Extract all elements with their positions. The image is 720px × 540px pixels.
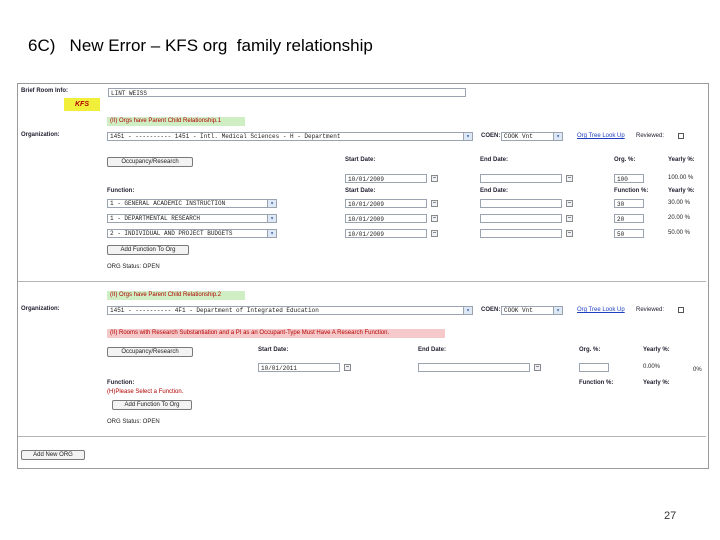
section1-org-tree-lookup-link[interactable]: Org Tree Look Up [577,133,625,139]
chevron-down-icon: ▾ [553,133,562,140]
function-end-date-field[interactable] [480,199,562,208]
section1-organization-select[interactable]: 1451 - ---------- 1451 - Intl. Medical S… [107,132,473,141]
kfs-badge: KFS [64,98,100,111]
section1-org-status: ORG Status: OPEN [107,264,160,270]
section2-yearly-pct-value: 0.00% [643,364,661,370]
calendar-icon[interactable] [566,230,573,237]
function-select[interactable]: 1 - DEPARTMENTAL RESEARCH ▾ [107,214,277,223]
section1-organization-label: Organization: [21,132,60,138]
section2-function-label: Function: [107,380,135,386]
section1-function-end-label: End Date: [480,188,509,194]
chevron-down-icon: ▾ [267,230,276,237]
section2-function-error: (H)Please Select a Function. [107,389,184,395]
section2-function-yearly-label: Yearly %: [643,380,670,386]
calendar-icon[interactable] [431,175,438,182]
function-select[interactable]: 1 - GENERAL ACADEMIC INSTRUCTION ▾ [107,199,277,208]
add-new-org-button[interactable]: Add New ORG [21,450,85,460]
section1-occupancy-button[interactable]: Occupancy/Research [107,157,193,167]
section1-org-pct-label: Org. %: [614,157,636,163]
calendar-icon[interactable] [534,364,541,371]
section1-org-pct-field[interactable]: 100 [614,174,644,183]
section1-coen-select[interactable]: COOK Vnt ▾ [501,132,563,141]
section2-start-date-field[interactable]: 10/01/2011 [258,363,340,372]
section2-end-date-label: End Date: [418,347,447,353]
section2-org-tree-lookup-link[interactable]: Org Tree Look Up [577,307,625,313]
calendar-icon[interactable] [344,364,351,371]
function-end-date-field[interactable] [480,229,562,238]
section2-org-pct-field[interactable] [579,363,609,372]
chevron-down-icon: ▾ [463,307,472,314]
section1-function-label: Function: [107,188,135,194]
calendar-icon[interactable] [566,175,573,182]
section2-message: (II) Orgs have Parent Child Relationship… [107,291,245,300]
section-divider [18,436,706,437]
function-pct-field[interactable]: 30 [614,199,644,208]
section2-organization-select[interactable]: 1451 - ---------- 4F1 - Department of In… [107,306,473,315]
brief-room-info-field[interactable]: LINT WEISS [108,88,466,97]
chevron-down-icon: ▾ [553,307,562,314]
section2-function-pct-label: Function %: [579,380,614,386]
calendar-icon[interactable] [566,200,573,207]
section1-yearly-pct-value: 100.00 % [668,175,694,181]
chevron-down-icon: ▾ [267,215,276,222]
calendar-icon[interactable] [566,215,573,222]
section2-error-message: (II) Rooms with Research Substantiation … [107,329,445,338]
function-start-date-field[interactable]: 10/01/2009 [345,214,427,223]
section2-org-status: ORG Status: OPEN [107,419,160,425]
section2-coen-select[interactable]: COOK Vnt ▾ [501,306,563,315]
section1-yearly-pct-label: Yearly %: [668,157,695,163]
slide-title: 6C) New Error – KFS org family relations… [28,36,373,55]
section2-reviewed-label: Reviewed: [636,307,665,313]
section1-function-pct-label: Function %: [614,188,649,194]
section2-organization-label: Organization: [21,306,60,312]
calendar-icon[interactable] [431,200,438,207]
section1-function-yearly-label: Yearly %: [668,188,695,194]
section2-end-date-field[interactable] [418,363,530,372]
function-pct-field[interactable]: 20 [614,214,644,223]
function-yearly-pct: 20.00 % [668,215,691,221]
function-select[interactable]: 2 - INDIVIDUAL AND PROJECT BUDGETS ▾ [107,229,277,238]
section1-end-date-label: End Date: [480,157,509,163]
function-start-date-field[interactable]: 10/01/2009 [345,199,427,208]
section2-add-function-button[interactable]: Add Function To Org [112,400,192,410]
function-yearly-pct: 30.00 % [668,200,691,206]
section1-reviewed-checkbox[interactable] [678,133,684,139]
section2-yearly-pct-label: Yearly %: [643,347,670,353]
section2-occupancy-button[interactable]: Occupancy/Research [107,347,193,357]
function-pct-field[interactable]: 50 [614,229,644,238]
function-start-date-field[interactable]: 10/01/2009 [345,229,427,238]
section1-end-date-field[interactable] [480,174,562,183]
chevron-down-icon: ▾ [463,133,472,140]
function-yearly-pct: 50.00 % [668,230,691,236]
section2-trailing-pct: 0% [693,367,702,373]
section1-start-date-label: Start Date: [345,157,376,163]
section1-start-date-field[interactable]: 10/01/2009 [345,174,427,183]
section2-org-pct-label: Org. %: [579,347,601,353]
brief-room-info-label: Brief Room Info: [21,88,68,94]
section2-reviewed-checkbox[interactable] [678,307,684,313]
section2-coen-label: COEN: [481,307,501,313]
section1-reviewed-label: Reviewed: [636,133,665,139]
section1-coen-label: COEN: [481,133,501,139]
section2-start-date-label: Start Date: [258,347,289,353]
section-divider [18,281,706,282]
section1-message: (II) Orgs have Parent Child Relationship… [107,117,245,126]
function-end-date-field[interactable] [480,214,562,223]
chevron-down-icon: ▾ [267,200,276,207]
section1-add-function-button[interactable]: Add Function To Org [107,245,189,255]
page-number: 27 [664,510,677,522]
calendar-icon[interactable] [431,215,438,222]
section1-function-start-label: Start Date: [345,188,376,194]
room-org-form: Brief Room Info: LINT WEISS KFS (II) Org… [17,83,709,469]
calendar-icon[interactable] [431,230,438,237]
